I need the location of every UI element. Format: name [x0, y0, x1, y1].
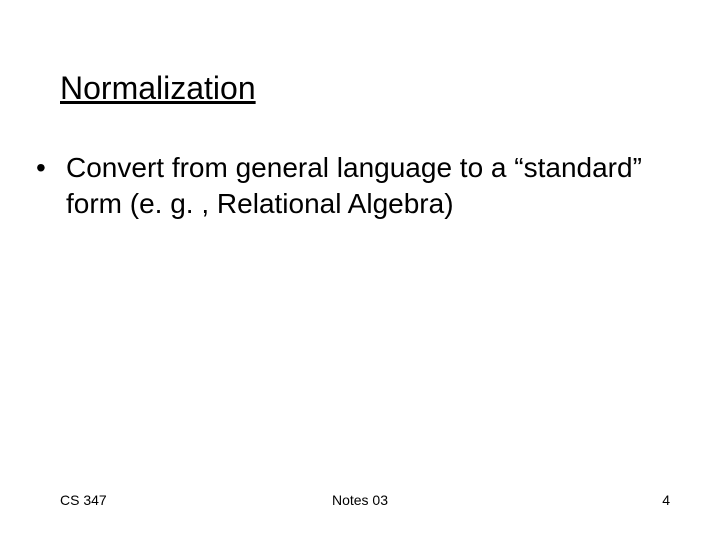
slide-title: Normalization: [60, 70, 256, 107]
bullet-marker: •: [30, 150, 66, 186]
slide: Normalization • Convert from general lan…: [0, 0, 720, 540]
footer-notes: Notes 03: [0, 492, 720, 508]
footer-page-number: 4: [662, 492, 670, 508]
slide-body: • Convert from general language to a “st…: [30, 150, 690, 223]
bullet-text: Convert from general language to a “stan…: [66, 150, 690, 223]
slide-footer: CS 347 Notes 03 4: [0, 492, 720, 512]
bullet-item: • Convert from general language to a “st…: [30, 150, 690, 223]
